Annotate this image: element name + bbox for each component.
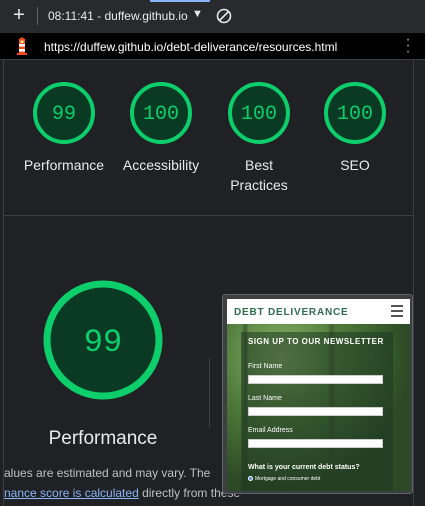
- debt-status-option: Mortgage and consumer debt: [248, 476, 320, 482]
- option-label: Mortgage and consumer debt: [255, 476, 321, 482]
- page-screenshot[interactable]: DEBT DELIVERANCE SIGN UP TO OUR NEWSLETT…: [222, 294, 413, 494]
- newsletter-heading: SIGN UP TO OUR NEWSLETTER: [248, 337, 384, 346]
- vertical-divider: [209, 358, 210, 428]
- metrics-note-line2: nance score is calculated directly from …: [4, 486, 240, 500]
- score-calculated-link[interactable]: nance score is calculated: [4, 486, 139, 500]
- newsletter-panel: SIGN UP TO OUR NEWSLETTER First Name Las…: [241, 332, 393, 491]
- lighthouse-icon: [17, 37, 27, 55]
- gauge-best-practices[interactable]: 100 Best Practices: [209, 81, 309, 195]
- first-name-label: First Name: [248, 363, 283, 370]
- performance-score: 99: [84, 324, 122, 361]
- metrics-note: alues are estimated and may vary. The: [4, 466, 211, 480]
- gauge-performance[interactable]: 99 Performance: [14, 81, 114, 175]
- gauge-label: SEO: [340, 157, 370, 173]
- gauge-accessibility[interactable]: 100 Accessibility: [111, 81, 211, 175]
- site-navbar: DEBT DELIVERANCE: [227, 299, 410, 324]
- hamburger-icon: [391, 305, 403, 317]
- url-text[interactable]: https://duffew.github.io/debt-deliveranc…: [44, 40, 337, 54]
- gauge-label: Best Practices: [230, 157, 288, 193]
- last-name-label: Last Name: [248, 395, 282, 402]
- gauge-ring: 100: [228, 82, 290, 144]
- frame-right-border: [413, 60, 425, 506]
- gauge-score: 100: [241, 103, 277, 126]
- tab-title[interactable]: 08:11:41 - duffew.github.io: [48, 9, 188, 23]
- browser-tab-bar: + 08:11:41 - duffew.github.io ▼: [0, 0, 425, 33]
- forest-background: SIGN UP TO OUR NEWSLETTER First Name Las…: [227, 324, 410, 491]
- toolbar-divider: [37, 7, 38, 25]
- last-name-field: [248, 407, 383, 416]
- gauge-ring: 100: [130, 82, 192, 144]
- radio-icon: [248, 476, 253, 482]
- active-tab-indicator: [150, 0, 210, 2]
- gauge-label: Accessibility: [122, 157, 200, 173]
- gauge-label: Performance: [23, 157, 105, 173]
- screenshot-frame: DEBT DELIVERANCE SIGN UP TO OUR NEWSLETT…: [227, 299, 410, 491]
- gauge-ring: 99: [33, 82, 95, 144]
- gauge-score: 100: [337, 103, 373, 126]
- gauge-ring: 100: [324, 82, 386, 144]
- performance-gauge: 99: [43, 280, 163, 400]
- frame-left-border: [0, 60, 4, 506]
- site-brand: DEBT DELIVERANCE: [234, 307, 349, 318]
- email-label: Email Address: [248, 427, 293, 434]
- section-divider: [4, 215, 413, 216]
- plus-icon[interactable]: +: [10, 5, 28, 25]
- no-entry-icon[interactable]: [216, 8, 232, 24]
- performance-title: Performance: [48, 428, 158, 449]
- caret-down-icon[interactable]: ▼: [192, 8, 203, 20]
- gauge-score: 99: [52, 103, 76, 126]
- first-name-field: [248, 375, 383, 384]
- email-field: [248, 439, 383, 448]
- debt-status-question: What is your current debt status?: [248, 464, 360, 471]
- address-bar: https://duffew.github.io/debt-deliveranc…: [0, 32, 425, 60]
- kebab-menu-icon[interactable]: · · ·: [402, 32, 414, 60]
- gauge-seo[interactable]: 100 SEO: [305, 81, 405, 175]
- gauge-score: 100: [143, 103, 179, 126]
